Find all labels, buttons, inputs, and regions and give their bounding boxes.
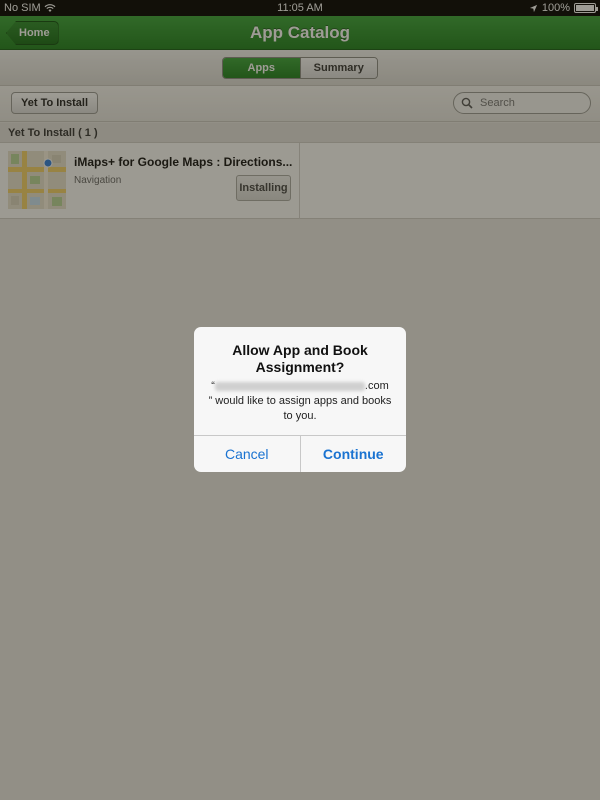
alert-message: “.com ” would like to assign apps and bo… — [204, 379, 396, 424]
alert-title: Allow App and Book Assignment? — [232, 342, 368, 375]
redacted-domain — [214, 381, 365, 391]
continue-button[interactable]: Continue — [301, 436, 407, 472]
alert-message-text: ” would like to assign apps and books to… — [208, 395, 392, 422]
alert-dialog: Allow App and Book Assignment? “.com ” w… — [194, 327, 406, 472]
cancel-button[interactable]: Cancel — [194, 436, 301, 472]
alert-buttons: Cancel Continue — [194, 435, 406, 472]
alert-message-domain-suffix: .com — [364, 380, 389, 392]
